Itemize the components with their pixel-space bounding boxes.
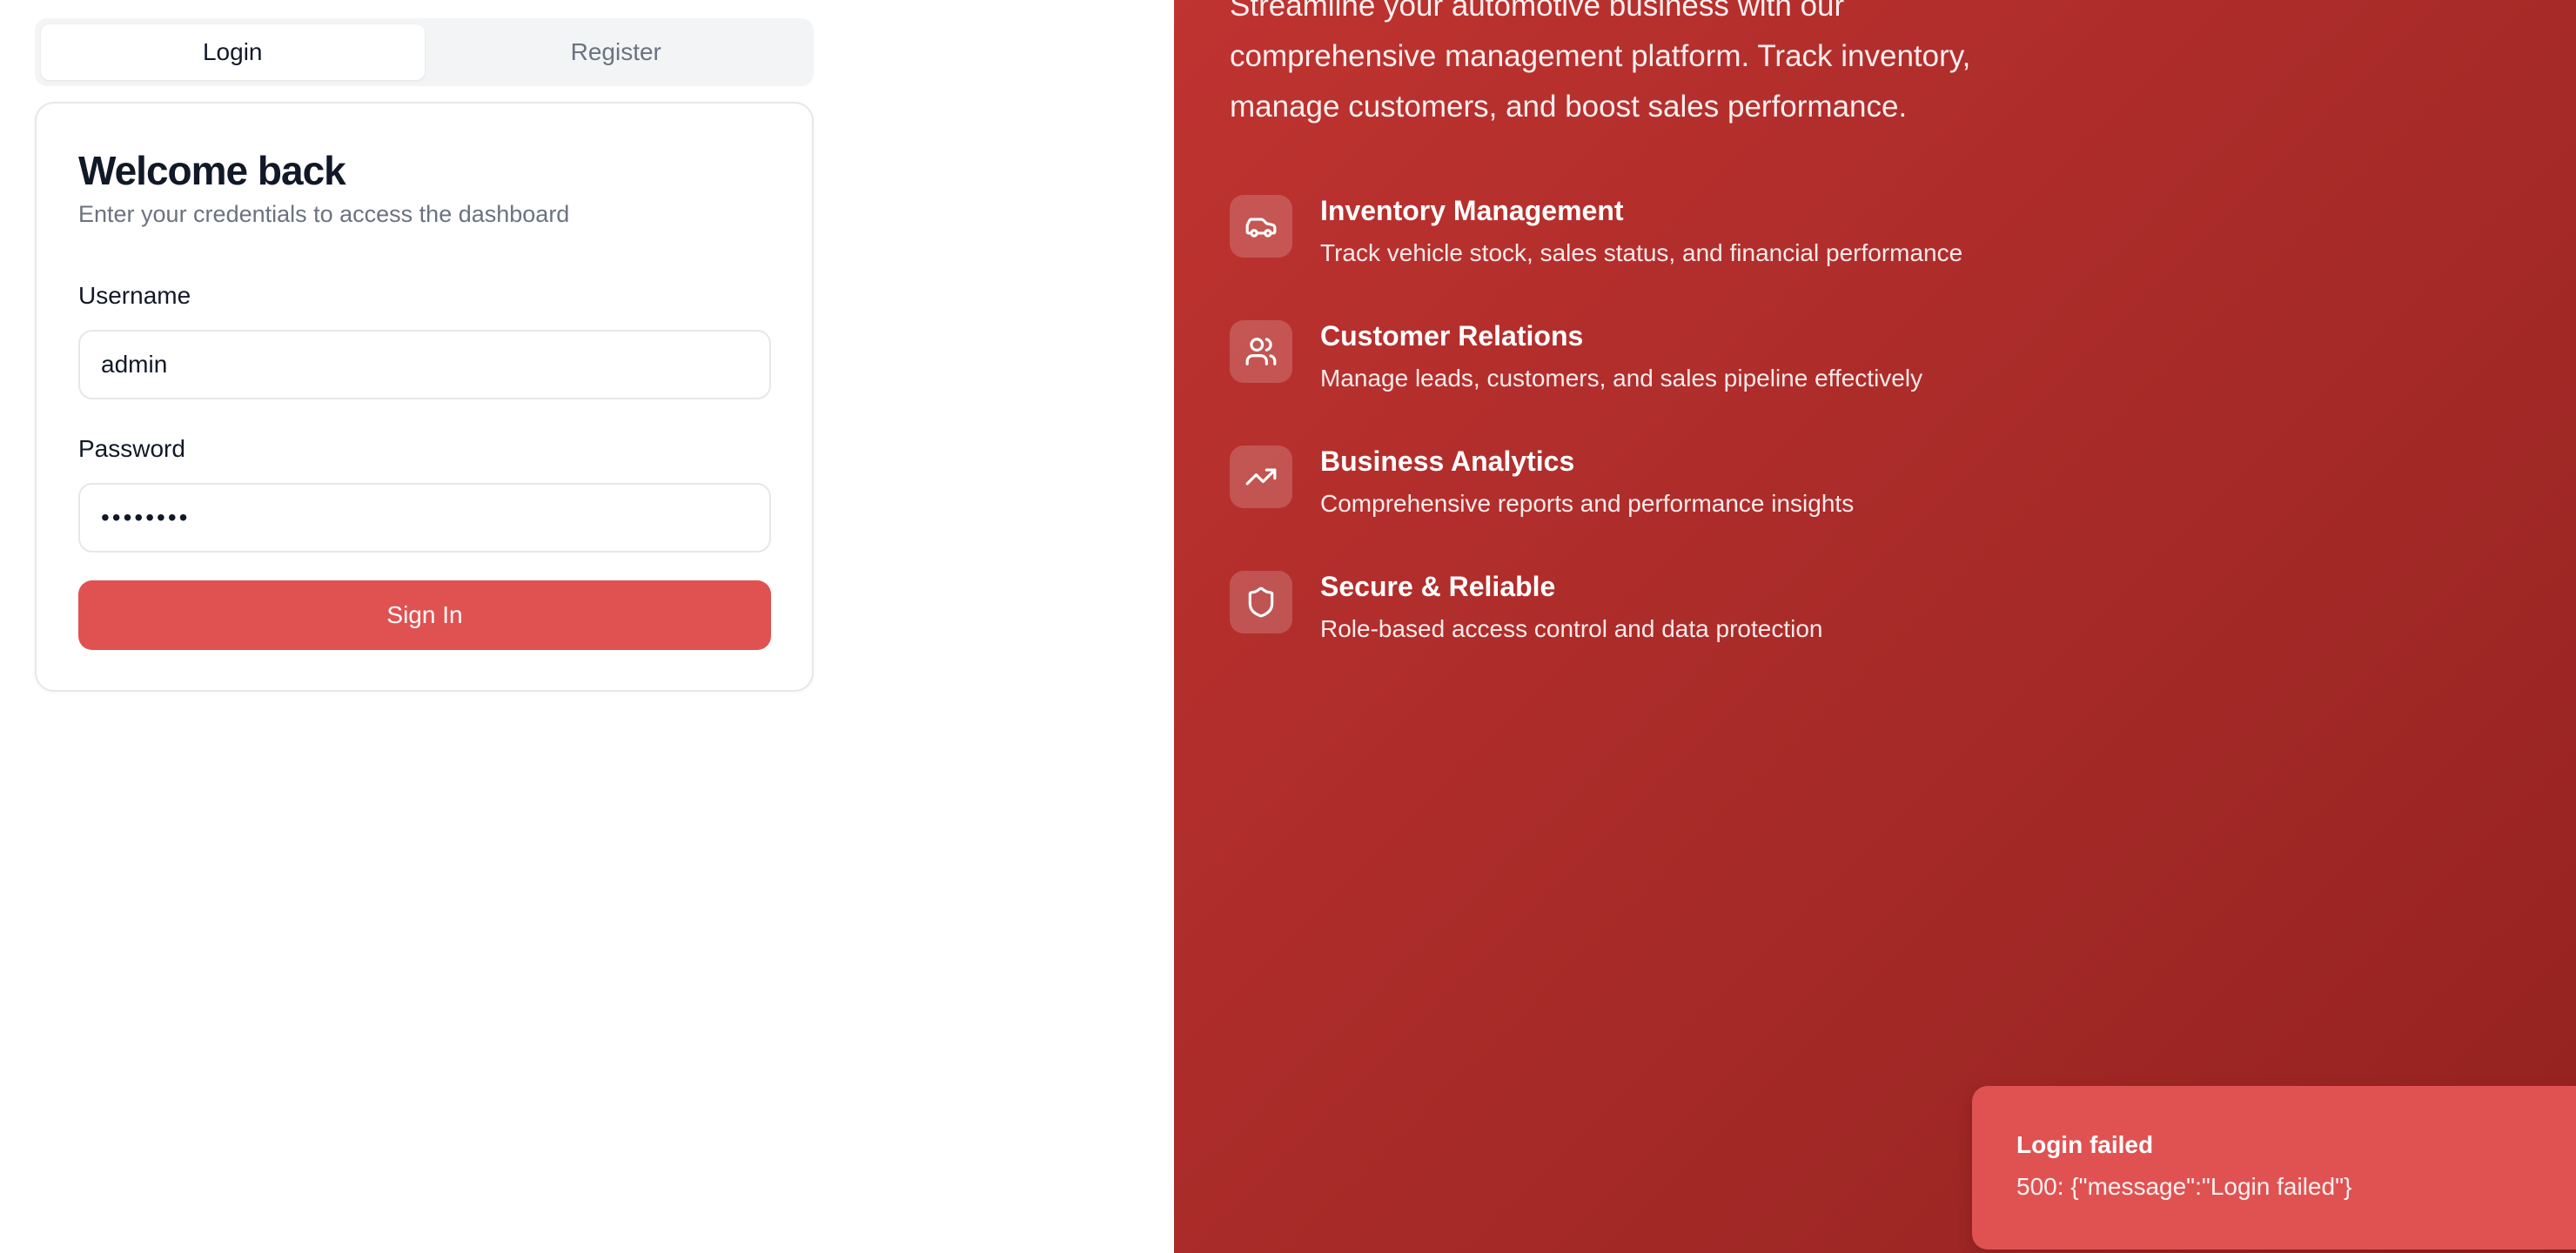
- login-card: Welcome back Enter your credentials to a…: [35, 102, 814, 692]
- shield-icon: [1230, 571, 1292, 633]
- tab-register[interactable]: Register: [425, 24, 808, 80]
- feature-description: Manage leads, customers, and sales pipel…: [1320, 365, 1923, 392]
- password-input[interactable]: ••••••••: [78, 483, 771, 553]
- feature-security: Secure & Reliable Role-based access cont…: [1230, 571, 2100, 658]
- error-toast[interactable]: Login failed 500: {"message":"Login fail…: [1972, 1086, 2576, 1250]
- trending-up-icon: [1230, 446, 1292, 508]
- feature-description: Role-based access control and data prote…: [1320, 615, 1823, 642]
- feature-title: Customer Relations: [1320, 320, 1584, 352]
- hero-panel: Streamline your automotive business with…: [1174, 0, 2576, 1253]
- login-page: Login Register Welcome back Enter your c…: [0, 0, 2576, 1253]
- tab-login[interactable]: Login: [41, 24, 425, 80]
- login-title: Welcome back: [78, 148, 346, 193]
- feature-description: Track vehicle stock, sales status, and f…: [1320, 239, 1963, 266]
- feature-customers: Customer Relations Manage leads, custome…: [1230, 320, 2100, 407]
- toast-title: Login failed: [2016, 1131, 2154, 1158]
- password-label: Password: [78, 435, 185, 462]
- feature-title: Secure & Reliable: [1320, 571, 1556, 602]
- feature-analytics: Business Analytics Comprehensive reports…: [1230, 446, 2100, 533]
- login-subtitle: Enter your credentials to access the das…: [78, 201, 570, 227]
- hero-intro: Streamline your automotive business with…: [1230, 0, 1971, 124]
- feature-inventory: Inventory Management Track vehicle stock…: [1230, 195, 2100, 282]
- sign-in-button[interactable]: Sign In: [78, 580, 771, 650]
- car-icon: [1230, 195, 1292, 258]
- feature-description: Comprehensive reports and performance in…: [1320, 490, 1855, 517]
- username-input[interactable]: admin: [78, 330, 771, 399]
- toast-message: 500: {"message":"Login failed"}: [2016, 1173, 2352, 1200]
- users-icon: [1230, 320, 1292, 383]
- feature-title: Inventory Management: [1320, 195, 1624, 226]
- auth-panel: Login Register Welcome back Enter your c…: [0, 0, 1174, 1253]
- feature-title: Business Analytics: [1320, 446, 1575, 477]
- username-label: Username: [78, 282, 191, 309]
- auth-tabs: Login Register: [35, 18, 814, 86]
